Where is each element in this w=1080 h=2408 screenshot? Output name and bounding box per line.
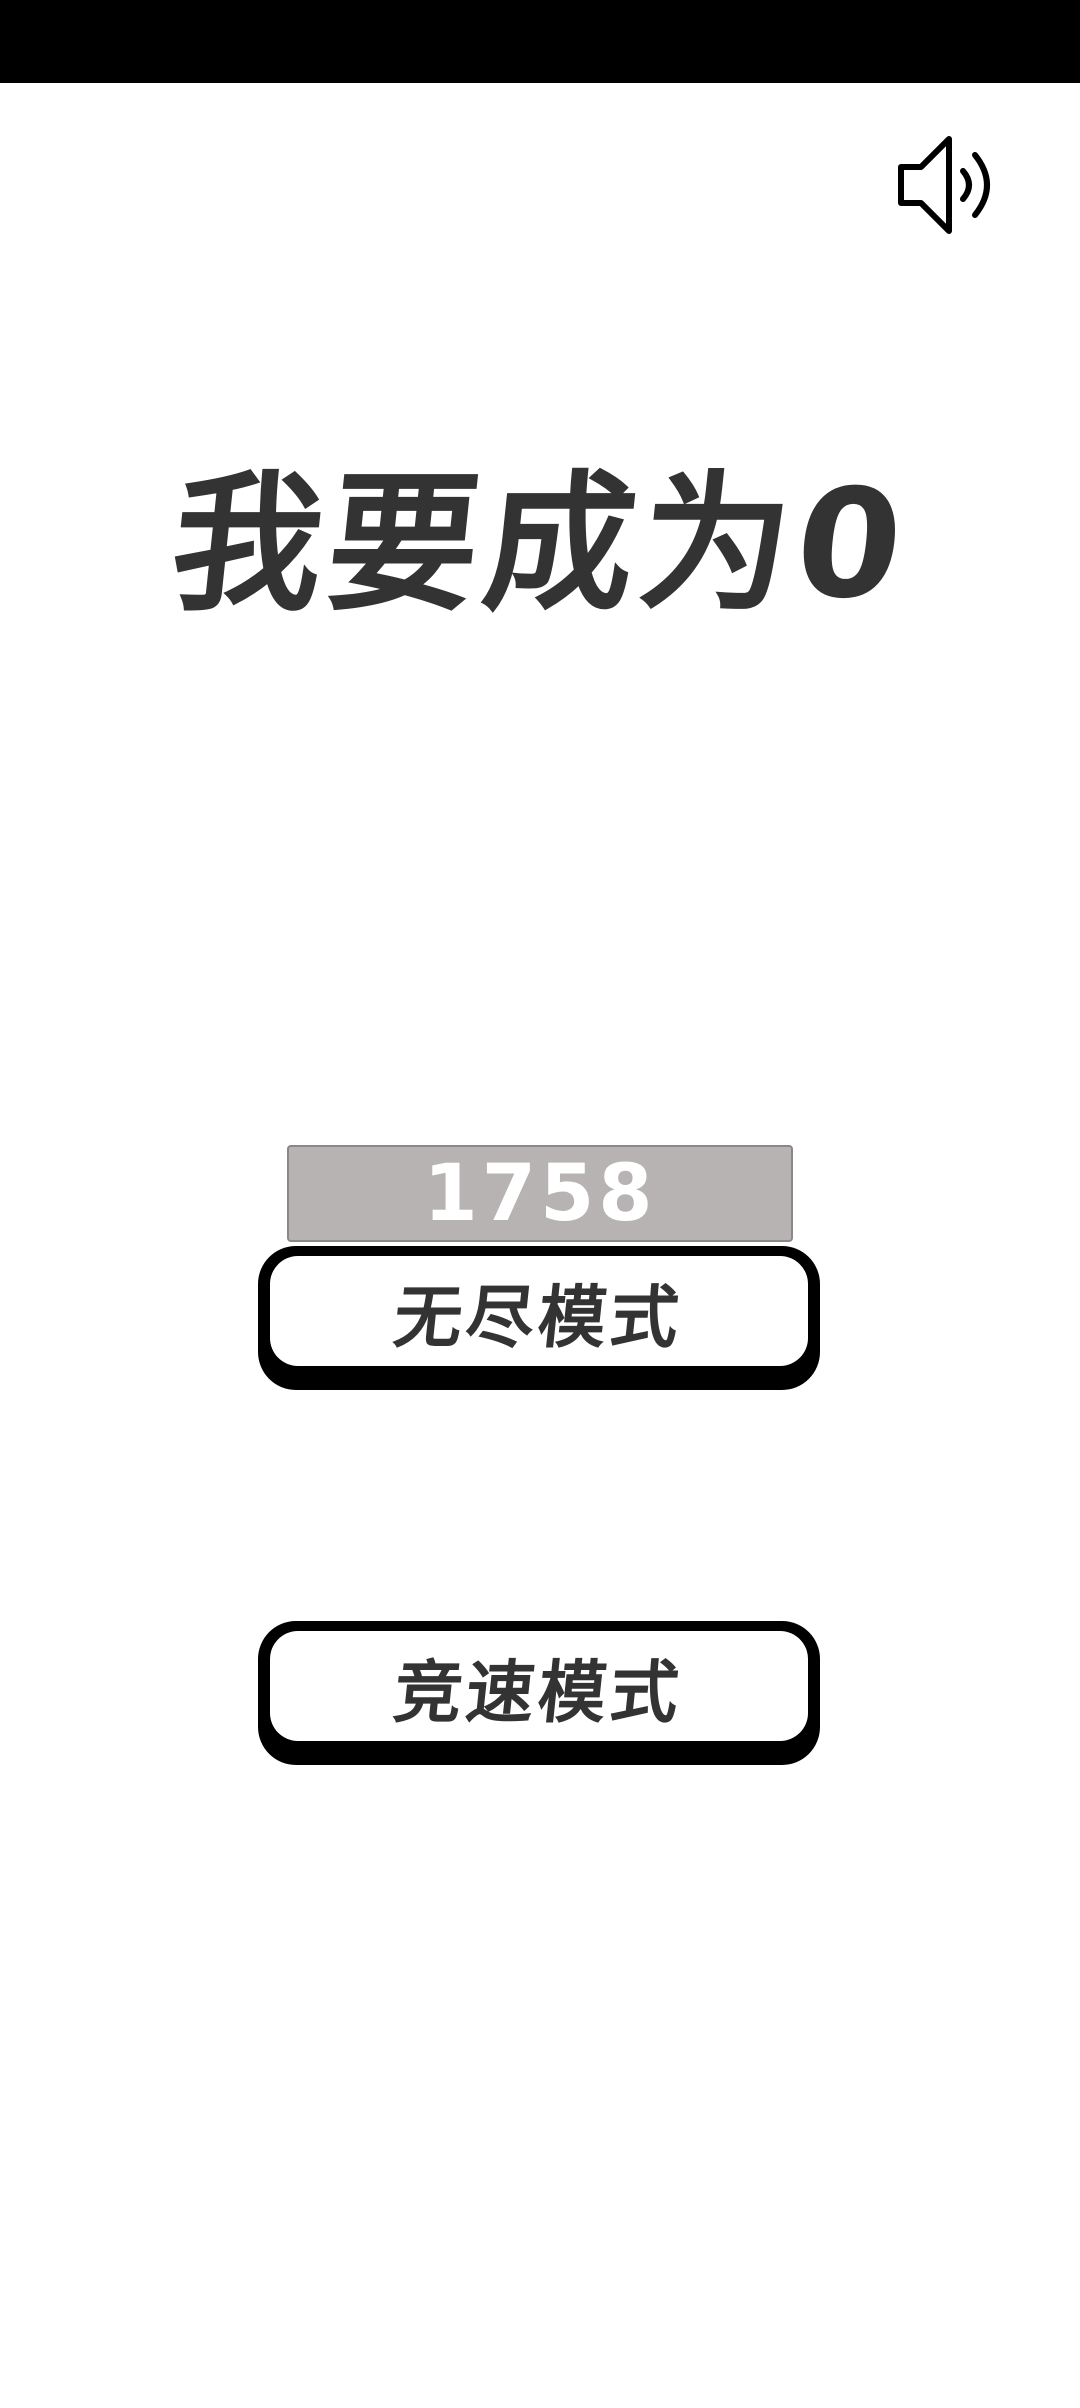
- race-mode-button-face: 竞速模式: [270, 1631, 808, 1741]
- race-mode-button[interactable]: 竞速模式: [258, 1621, 820, 1765]
- endless-mode-button-face: 无尽模式: [270, 1256, 808, 1366]
- endless-mode-button[interactable]: 无尽模式: [258, 1246, 820, 1390]
- game-title: 我要成为0: [163, 458, 917, 632]
- best-score-panel: 1758: [287, 1145, 793, 1242]
- best-score-value: 1758: [423, 1148, 657, 1239]
- race-mode-label: 竞速模式: [390, 1653, 687, 1733]
- status-bar: [0, 0, 1080, 83]
- sound-toggle-button[interactable]: [890, 132, 1010, 238]
- endless-mode-label: 无尽模式: [390, 1278, 687, 1358]
- speaker-volume-icon: [898, 136, 990, 234]
